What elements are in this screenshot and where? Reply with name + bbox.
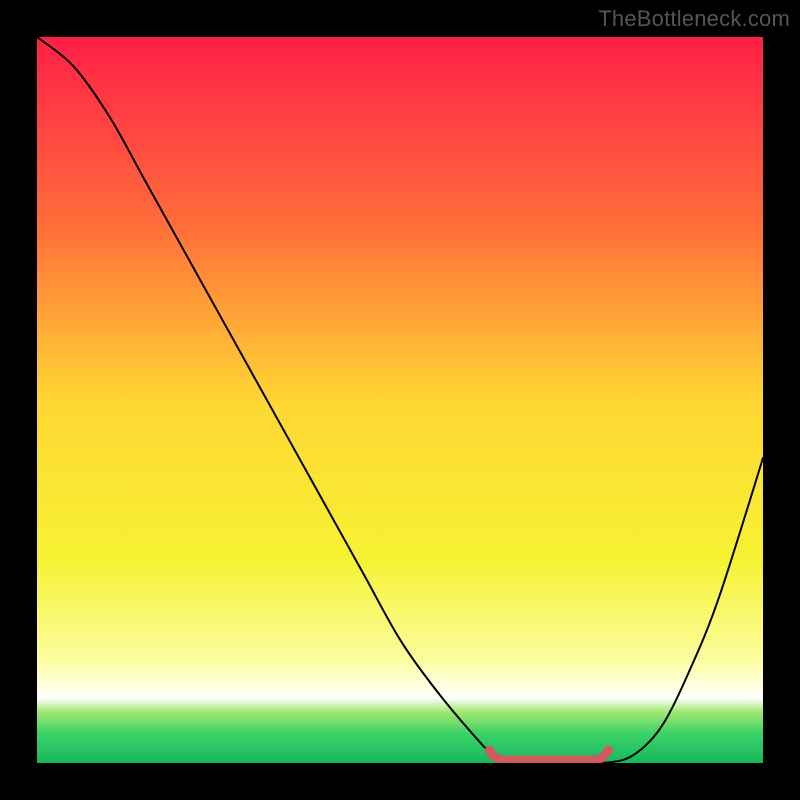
plot-area bbox=[37, 37, 763, 763]
chart-svg bbox=[37, 37, 763, 763]
watermark-label: TheBottleneck.com bbox=[598, 6, 790, 32]
chart-frame: TheBottleneck.com bbox=[0, 0, 800, 800]
